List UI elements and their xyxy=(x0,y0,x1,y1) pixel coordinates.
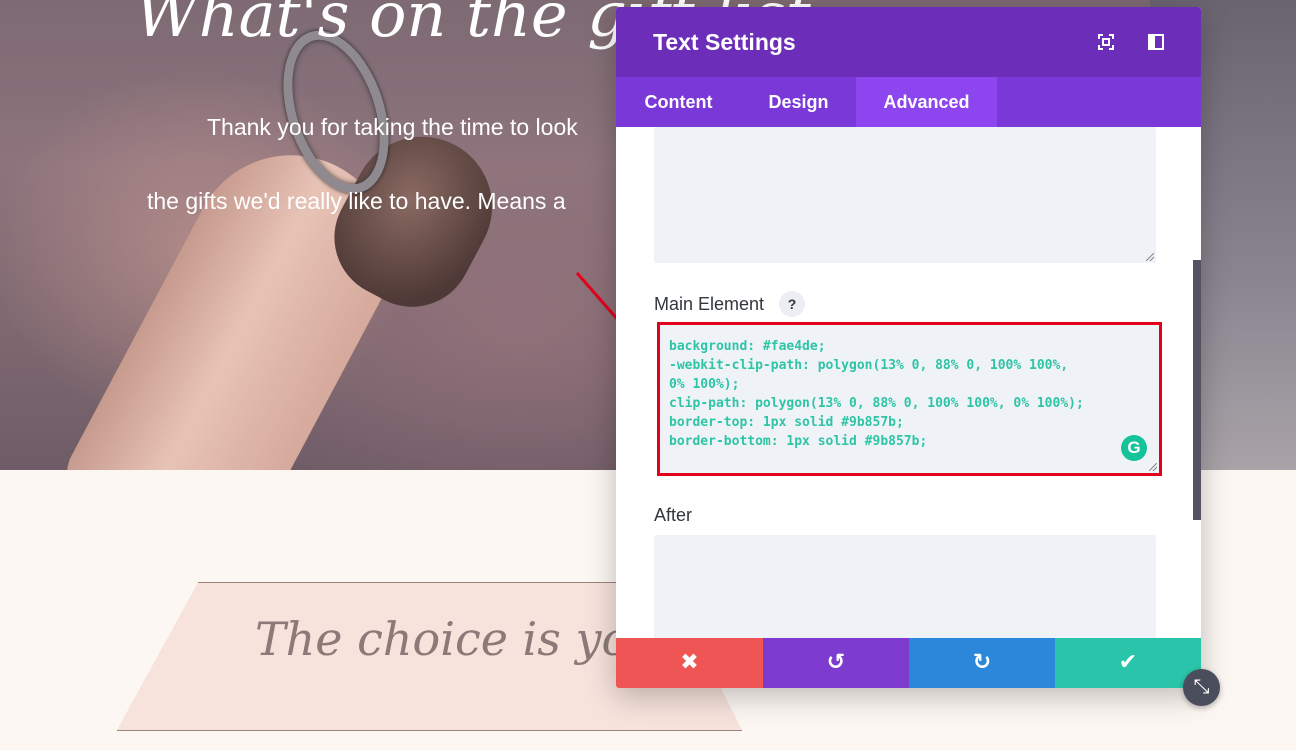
modal-scrollbar[interactable] xyxy=(1193,260,1201,520)
modal-footer: ✖ ↺ ↻ ✔ xyxy=(616,638,1201,688)
main-element-css-textarea[interactable]: background: #fae4de; -webkit-clip-path: … xyxy=(657,322,1162,476)
modal-tabs: Content Design Advanced xyxy=(616,77,1201,127)
main-element-css-code[interactable]: background: #fae4de; -webkit-clip-path: … xyxy=(669,337,1149,451)
undo-button[interactable]: ↺ xyxy=(763,638,909,688)
tab-content[interactable]: Content xyxy=(616,77,741,127)
modal-header: Text Settings xyxy=(616,7,1201,77)
after-css-textarea[interactable] xyxy=(654,535,1156,638)
banner-border-bottom xyxy=(117,730,742,731)
save-button[interactable]: ✔ xyxy=(1055,638,1201,688)
expand-modal-icon[interactable]: ⤡ xyxy=(1183,669,1220,706)
help-icon[interactable]: ? xyxy=(779,291,805,317)
text-settings-modal: Text Settings Content Design Advanced Ma… xyxy=(616,7,1201,688)
after-label: After xyxy=(654,505,693,525)
tab-advanced[interactable]: Advanced xyxy=(856,77,997,127)
cancel-button[interactable]: ✖ xyxy=(616,638,763,688)
resize-handle-icon[interactable] xyxy=(1149,463,1157,471)
hero-text-line-2: the gifts we'd really like to have. Mean… xyxy=(147,188,566,214)
resize-handle-icon[interactable] xyxy=(1146,253,1154,261)
tab-design[interactable]: Design xyxy=(741,77,856,127)
sidebar-layout-icon[interactable] xyxy=(1147,33,1165,51)
banner-border-top xyxy=(198,582,616,583)
focus-icon[interactable] xyxy=(1097,33,1115,51)
hero-text-line-1: Thank you for taking the time to look xyxy=(207,114,578,140)
grammarly-icon[interactable]: G xyxy=(1121,435,1147,461)
before-css-textarea[interactable] xyxy=(654,127,1156,263)
modal-title: Text Settings xyxy=(653,29,796,55)
redo-button[interactable]: ↻ xyxy=(909,638,1055,688)
modal-body[interactable]: Main Element ? background: #fae4de; -web… xyxy=(616,127,1201,638)
main-element-label: Main Element xyxy=(654,294,765,314)
